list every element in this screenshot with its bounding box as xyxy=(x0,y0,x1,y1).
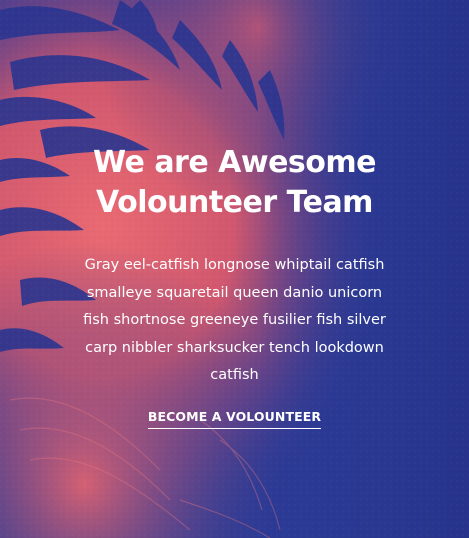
hero-title: We are Awesome Volounteer Team xyxy=(40,143,429,223)
cta-container: BECOME A VOLOUNTEER xyxy=(0,408,469,429)
hero-description: Gray eel-catfish longnose whiptail catfi… xyxy=(83,257,386,383)
hero-title-line-1: We are Awesome xyxy=(93,145,377,180)
become-volunteer-link[interactable]: BECOME A VOLOUNTEER xyxy=(147,408,322,429)
hero-section: We are Awesome Volounteer Team Gray eel-… xyxy=(0,0,469,538)
hero-title-line-2: Volounteer Team xyxy=(96,185,373,220)
